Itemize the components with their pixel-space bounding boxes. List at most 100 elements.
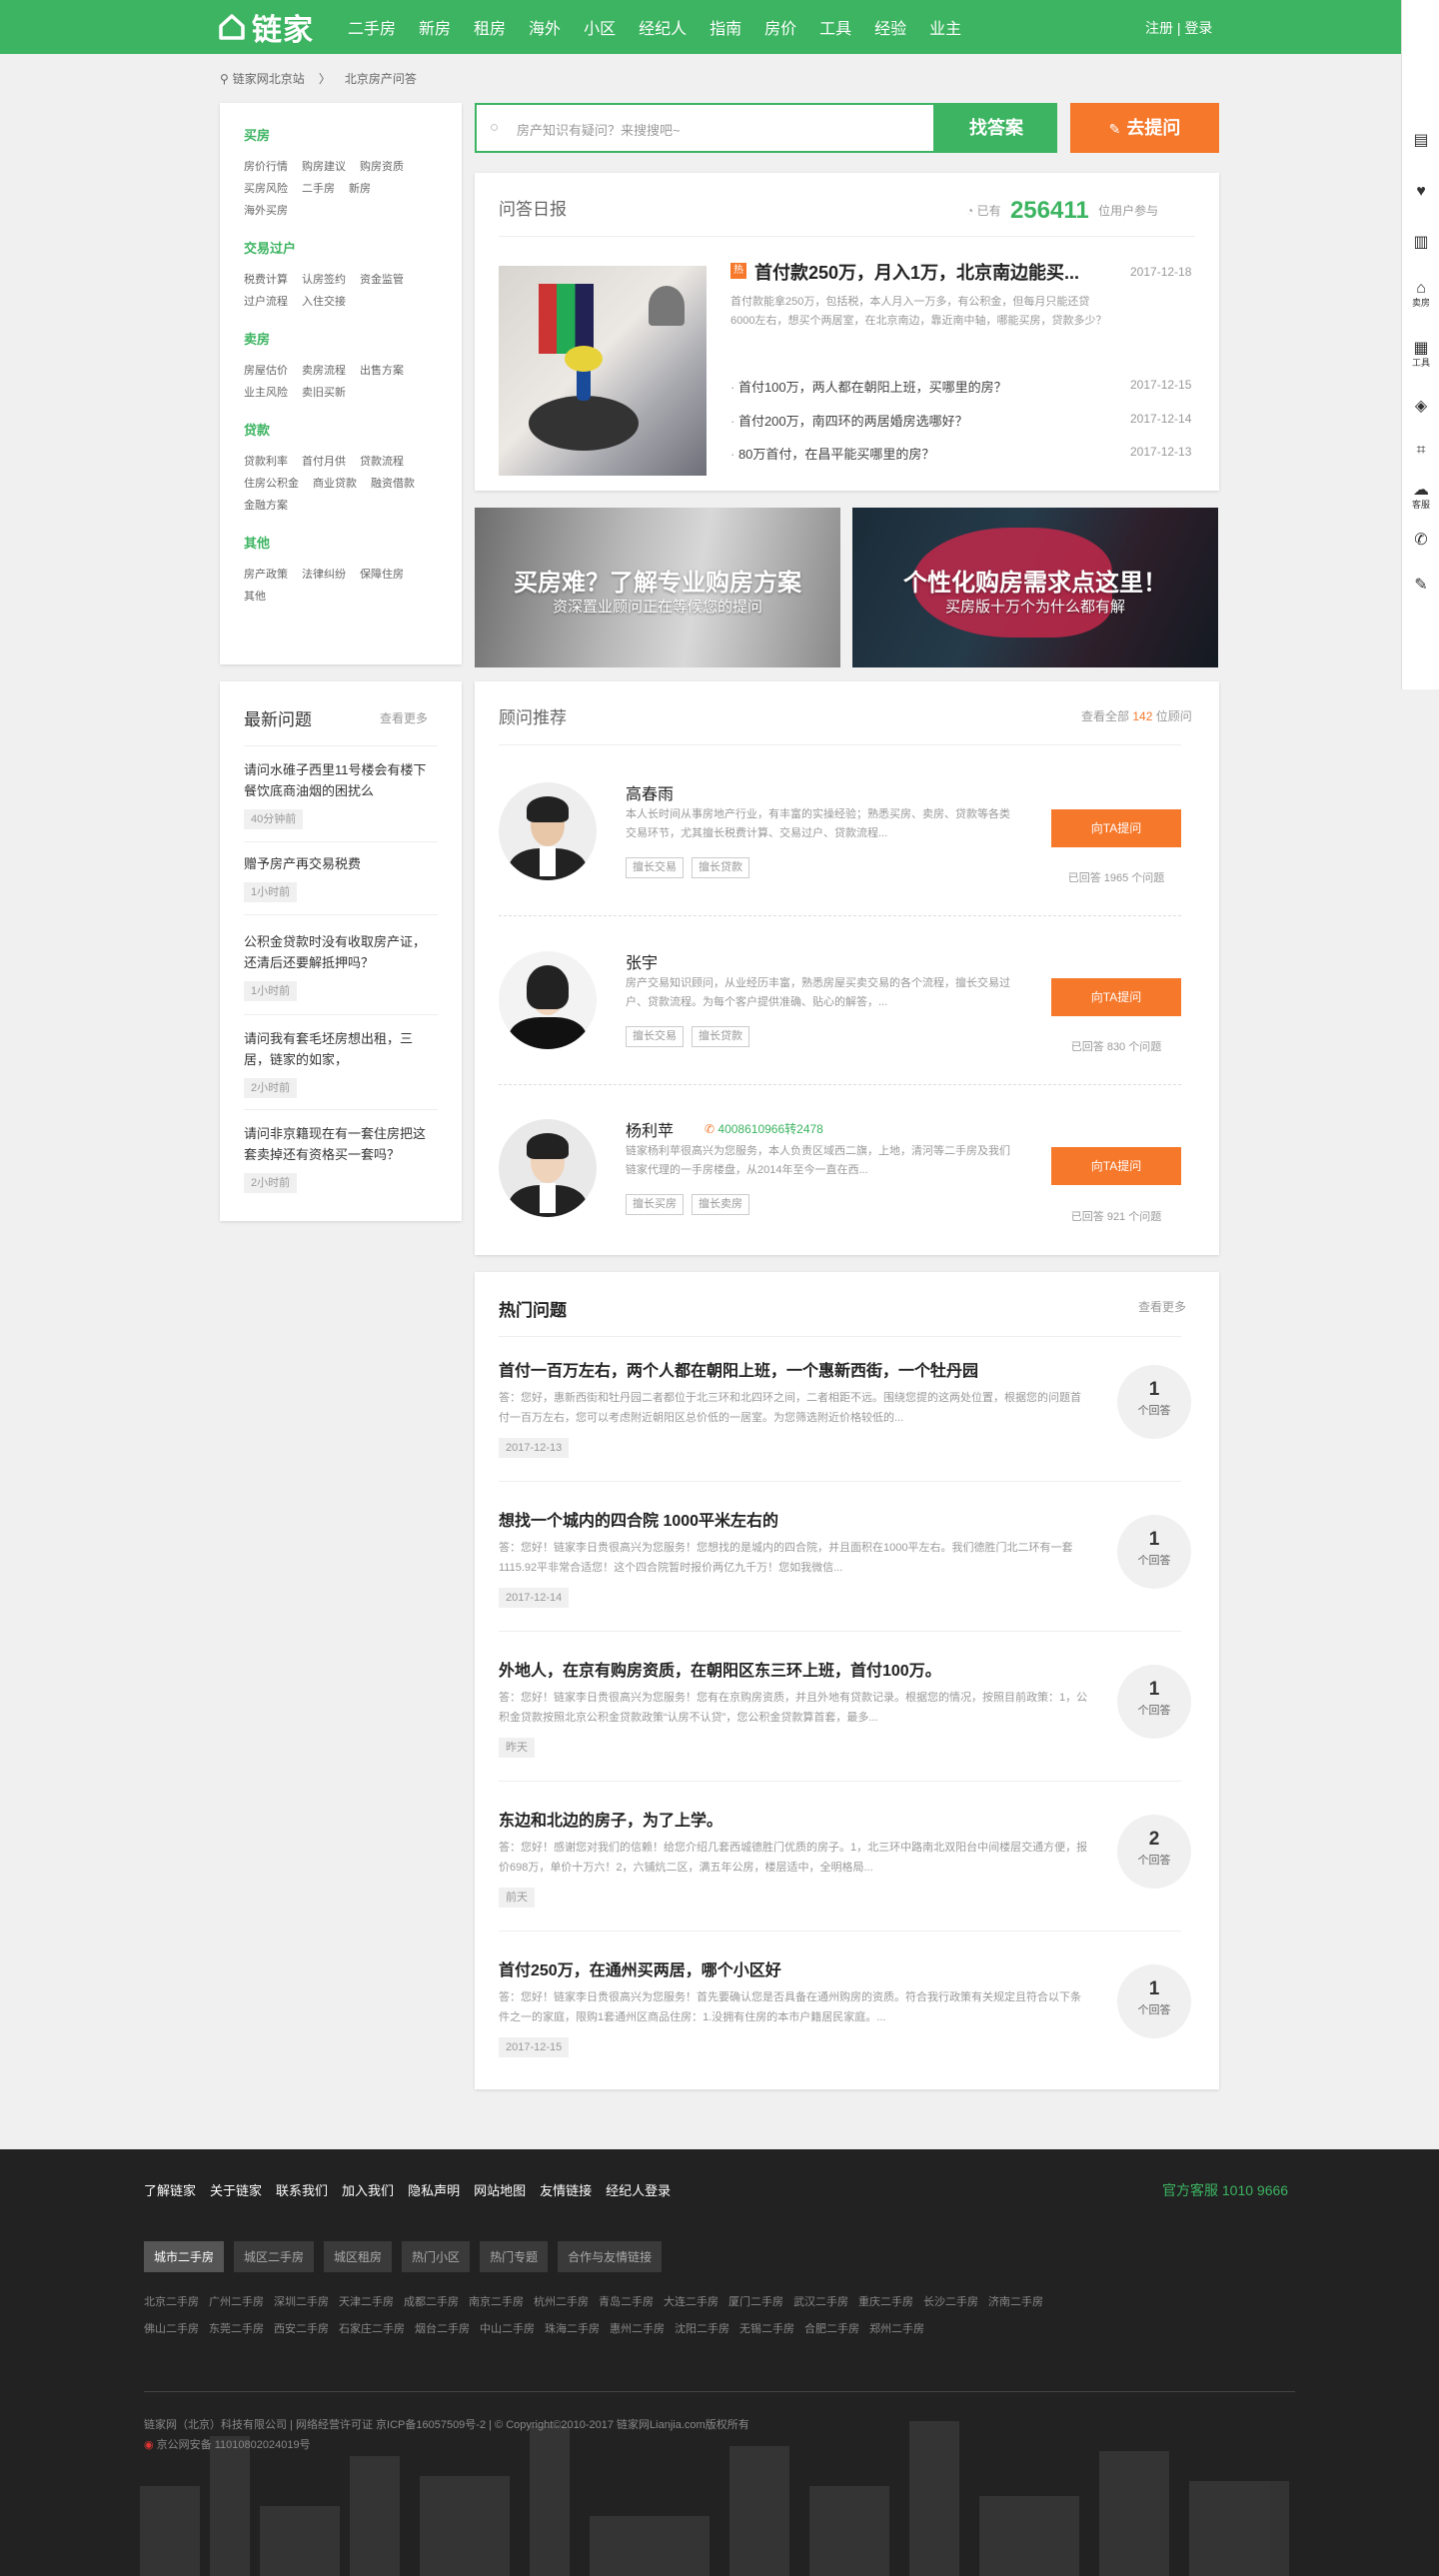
nav-xinfang[interactable]: 新房 xyxy=(419,15,451,39)
avatar[interactable] xyxy=(499,782,597,880)
footer-tab-district-rent[interactable]: 城区租房 xyxy=(324,2241,393,2272)
cat-title-transfer[interactable]: 交易过户 xyxy=(244,238,438,257)
cat-link[interactable]: 购房建议 xyxy=(302,156,346,178)
footer-link[interactable]: 了解链家 xyxy=(144,2180,196,2199)
phone-icon[interactable]: ✆ xyxy=(1411,530,1431,550)
building-icon[interactable]: ▥ xyxy=(1411,232,1431,252)
cat-title-buy[interactable]: 买房 xyxy=(244,125,438,144)
city-link[interactable]: 成都二手房 xyxy=(404,2296,459,2308)
city-link[interactable]: 北京二手房 xyxy=(144,2296,199,2308)
featured-headline[interactable]: 首付款250万，月入1万，北京南边能买... xyxy=(754,259,1079,285)
hot-question[interactable]: 东边和北边的房子，为了上学。 答：您好！感谢您对我们的信赖！给您介绍几套西城德胜门… xyxy=(499,1807,1088,1908)
chat-icon[interactable]: ☁ 客服 xyxy=(1411,480,1431,511)
cat-link[interactable]: 卖房流程 xyxy=(302,360,346,382)
edit-icon[interactable]: ✎ xyxy=(1411,575,1431,595)
city-link[interactable]: 郑州二手房 xyxy=(869,2323,924,2335)
cat-link[interactable]: 金融方案 xyxy=(244,495,288,517)
ask-question-button[interactable]: ✎ 去提问 xyxy=(1070,103,1219,153)
footer-link[interactable]: 加入我们 xyxy=(342,2180,394,2199)
city-link[interactable]: 沈阳二手房 xyxy=(675,2323,729,2335)
avatar[interactable] xyxy=(499,951,597,1049)
daily-question[interactable]: 首付200万，南四环的两居婚房选哪好？ xyxy=(730,411,968,430)
cat-title-sell[interactable]: 卖房 xyxy=(244,329,438,348)
city-link[interactable]: 天津二手房 xyxy=(339,2296,394,2308)
footer-tab-district-sale[interactable]: 城区二手房 xyxy=(234,2241,315,2272)
city-link[interactable]: 济南二手房 xyxy=(988,2296,1043,2308)
list-item[interactable]: 公积金贷款时没有收取房产证，还清后还要解抵押吗？ 1小时前 xyxy=(244,931,438,1001)
nav-gongju[interactable]: 工具 xyxy=(819,15,851,39)
city-link[interactable]: 惠州二手房 xyxy=(610,2323,665,2335)
footer-tab-hot-community[interactable]: 热门小区 xyxy=(402,2241,471,2272)
cat-link[interactable]: 房屋估价 xyxy=(244,360,288,382)
cat-link[interactable]: 房价行情 xyxy=(244,156,288,178)
ask-advisor-button[interactable]: 向TA提问 xyxy=(1051,978,1181,1016)
city-link[interactable]: 无锡二手房 xyxy=(739,2323,794,2335)
cat-link[interactable]: 出售方案 xyxy=(360,360,404,382)
cat-link[interactable]: 认房签约 xyxy=(302,269,346,291)
nav-jingjiren[interactable]: 经纪人 xyxy=(639,15,687,39)
footer-link[interactable]: 友情链接 xyxy=(540,2180,592,2199)
footer-link[interactable]: 关于链家 xyxy=(210,2180,262,2199)
clipboard-icon[interactable]: ▤ xyxy=(1411,130,1431,150)
city-link[interactable]: 青岛二手房 xyxy=(599,2296,654,2308)
breadcrumb-site[interactable]: 链家网北京站 xyxy=(233,72,305,86)
hot-question[interactable]: 外地人，在京有购房资质，在朝阳区东三环上班，首付100万。 答：您好！链家李日贵很… xyxy=(499,1657,1088,1758)
city-link[interactable]: 广州二手房 xyxy=(209,2296,264,2308)
list-item[interactable]: 请问水碓子西里11号楼会有楼下餐饮底商油烟的困扰么 40分钟前 xyxy=(244,759,438,829)
find-answer-button[interactable]: 找答案 xyxy=(935,103,1057,153)
cat-link[interactable]: 入住交接 xyxy=(302,291,346,313)
search-input[interactable]: ○ 房产知识有疑问？来搜搜吧~ xyxy=(475,103,935,153)
banner-personalized[interactable]: 个性化购房需求点这里！ 买房版十万个为什么都有解 xyxy=(852,508,1218,667)
cat-link[interactable]: 海外买房 xyxy=(244,200,288,222)
cat-link[interactable]: 买房风险 xyxy=(244,178,288,200)
city-link[interactable]: 厦门二手房 xyxy=(728,2296,783,2308)
hot-question[interactable]: 首付250万，在通州买两居，哪个小区好 答：您好！链家李日贵很高兴为您服务！首先要… xyxy=(499,1956,1088,2057)
nav-haiwai[interactable]: 海外 xyxy=(529,15,561,39)
answer-count-bubble[interactable]: 1 个回答 xyxy=(1117,1964,1191,2038)
footer-link[interactable]: 网站地图 xyxy=(474,2180,526,2199)
shield-icon[interactable]: ◈ xyxy=(1411,396,1431,416)
house-icon[interactable]: ⌂ 卖房 xyxy=(1411,280,1431,309)
city-link[interactable]: 武汉二手房 xyxy=(793,2296,848,2308)
nav-xiaoqu[interactable]: 小区 xyxy=(584,15,616,39)
footer-tab-city[interactable]: 城市二手房 xyxy=(144,2241,225,2272)
cat-link[interactable]: 新房 xyxy=(349,178,371,200)
cat-link[interactable]: 过户流程 xyxy=(244,291,288,313)
city-link[interactable]: 南京二手房 xyxy=(469,2296,524,2308)
cat-link[interactable]: 保障住房 xyxy=(360,564,404,586)
nav-zhinan[interactable]: 指南 xyxy=(710,15,741,39)
advisor-more-link[interactable]: 查看全部 142 位顾问 xyxy=(1081,707,1192,724)
answer-count-bubble[interactable]: 1 个回答 xyxy=(1117,1515,1191,1589)
daily-question[interactable]: 首付100万，两人都在朝阳上班，买哪里的房？ xyxy=(730,377,1007,396)
cat-link[interactable]: 法律纠纷 xyxy=(302,564,346,586)
answer-count-bubble[interactable]: 2 个回答 xyxy=(1117,1815,1191,1889)
daily-question[interactable]: 80万首付，在昌平能买哪里的房？ xyxy=(730,444,934,463)
cat-link[interactable]: 首付月供 xyxy=(302,451,346,473)
cat-link[interactable]: 贷款利率 xyxy=(244,451,288,473)
city-link[interactable]: 深圳二手房 xyxy=(274,2296,329,2308)
hot-question[interactable]: 想找一个城内的四合院 1000平米左右的 答：您好！链家李日贵很高兴为您服务！您想… xyxy=(499,1507,1088,1608)
answer-count-bubble[interactable]: 1 个回答 xyxy=(1117,1665,1191,1739)
footer-link[interactable]: 联系我们 xyxy=(276,2180,328,2199)
question-title[interactable]: 首付一百万左右，两个人都在朝阳上班，一个惠新西街，一个牡丹园 xyxy=(499,1357,1088,1381)
cat-link[interactable]: 融资借款 xyxy=(371,473,415,495)
list-item[interactable]: 赠予房产再交易税费 1小时前 xyxy=(244,853,438,902)
list-item[interactable]: 请问非京籍现在有一套住房把这套卖掉还有资格买一套吗？ 2小时前 xyxy=(244,1123,438,1193)
city-link[interactable]: 东莞二手房 xyxy=(209,2323,264,2335)
city-link[interactable]: 合肥二手房 xyxy=(804,2323,859,2335)
ask-advisor-button[interactable]: 向TA提问 xyxy=(1051,809,1181,847)
banner-buy-plan[interactable]: 买房难？了解专业购房方案 资深置业顾问正在等候您的提问 xyxy=(475,508,840,667)
footer-tab-partners[interactable]: 合作与友情链接 xyxy=(558,2241,663,2272)
city-link[interactable]: 长沙二手房 xyxy=(923,2296,978,2308)
avatar[interactable] xyxy=(499,1119,597,1217)
hot-more-link[interactable]: 查看更多 xyxy=(1138,1298,1186,1315)
answer-count-bubble[interactable]: 1 个回答 xyxy=(1117,1365,1191,1439)
city-link[interactable]: 杭州二手房 xyxy=(534,2296,589,2308)
cat-link[interactable]: 二手房 xyxy=(302,178,335,200)
latest-more-link[interactable]: 查看更多 xyxy=(380,709,428,726)
nav-fangjia[interactable]: 房价 xyxy=(764,15,796,39)
nav-yezhu[interactable]: 业主 xyxy=(929,15,961,39)
cat-link[interactable]: 房产政策 xyxy=(244,564,288,586)
list-item[interactable]: 请问我有套毛坯房想出租，三居，链家的如家， 2小时前 xyxy=(244,1028,438,1098)
cat-link[interactable]: 住房公积金 xyxy=(244,473,299,495)
